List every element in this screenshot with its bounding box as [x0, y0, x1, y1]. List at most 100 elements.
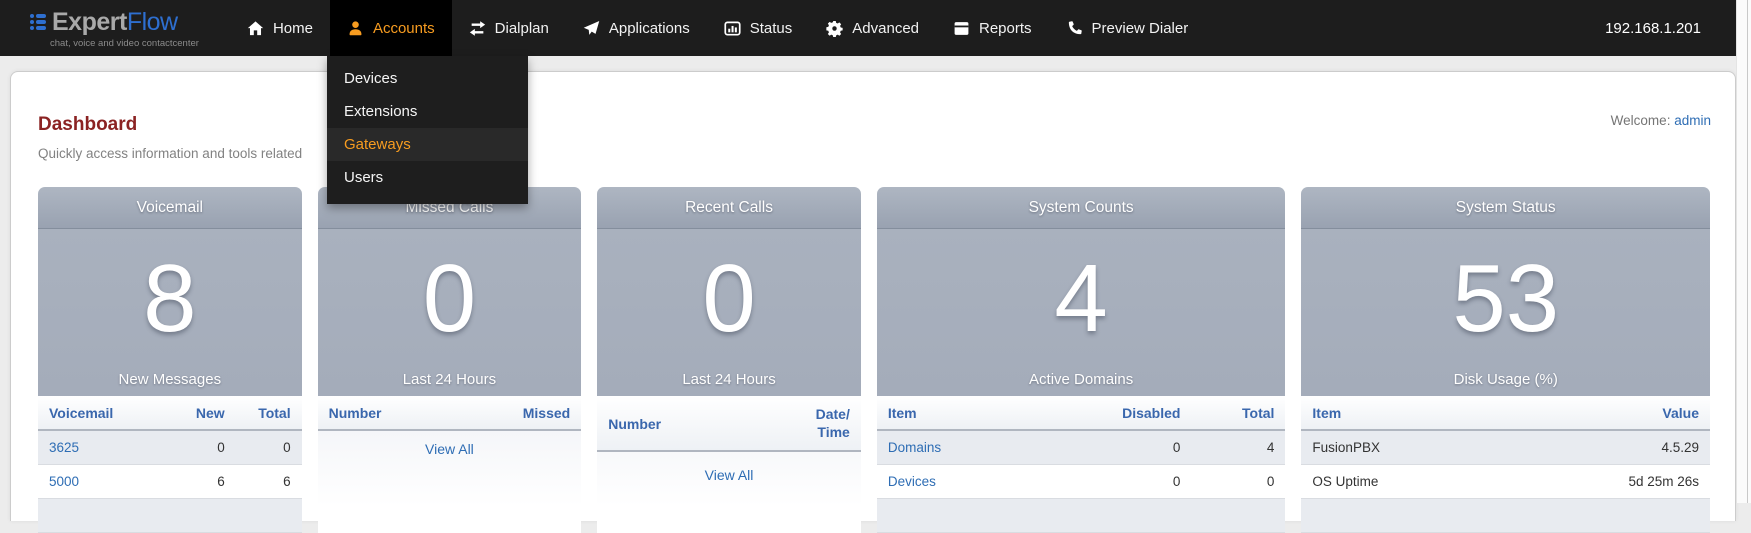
nav-item-label: Home — [273, 20, 313, 37]
table-row: 3625 0 0 — [38, 430, 302, 465]
nav-item-label: Applications — [609, 20, 690, 37]
card-title: System Counts — [877, 187, 1286, 229]
cell-value: 0 — [1191, 465, 1285, 499]
accounts-dropdown-menu: Devices Extensions Gateways Users — [327, 56, 528, 204]
domains-link[interactable]: Domains — [888, 440, 941, 455]
dashboard-cards: Voicemail 8 New Messages Voicemail New T… — [38, 187, 1710, 533]
table-row: 5000 6 6 — [38, 465, 302, 499]
home-icon — [247, 20, 264, 37]
welcome-message: Welcome: admin — [1611, 113, 1711, 128]
logo-flow-text: Flow — [127, 8, 178, 37]
nav-item-label: Status — [750, 20, 793, 37]
column-header: New — [170, 396, 236, 430]
nav-item-applications[interactable]: Applications — [566, 0, 707, 56]
logo-tagline: chat, voice and video contactcenter — [30, 38, 199, 49]
nav-item-accounts[interactable]: Accounts — [330, 0, 452, 56]
voicemail-box-link[interactable]: 5000 — [49, 474, 79, 489]
view-all-link[interactable]: View All — [705, 467, 754, 483]
top-navbar: Expert Flow chat, voice and video contac… — [0, 0, 1736, 56]
welcome-label: Welcome: — [1611, 113, 1671, 128]
view-all-link[interactable]: View All — [425, 441, 474, 457]
nav-item-advanced[interactable]: Advanced — [809, 0, 936, 56]
nav-item-label: Advanced — [852, 20, 919, 37]
card-hero: 0 Last 24 Hours — [318, 229, 582, 396]
nav-item-home[interactable]: Home — [230, 0, 330, 56]
menu-item-users[interactable]: Users — [327, 161, 528, 194]
nav-item-label: Preview Dialer — [1092, 20, 1189, 37]
nav-menu: Home Accounts Dialplan Applications Stat… — [230, 0, 1205, 56]
card-hero: 8 New Messages — [38, 229, 302, 396]
recent-calls-count: 0 — [597, 229, 861, 371]
card-title: Recent Calls — [597, 187, 861, 229]
table-row: Domains 0 4 — [877, 430, 1286, 465]
card-system-status: System Status 53 Disk Usage (%) Item Val… — [1301, 187, 1710, 533]
disk-usage-value: 53 — [1301, 229, 1710, 371]
nav-item-preview-dialer[interactable]: Preview Dialer — [1049, 0, 1206, 56]
cell-value: 0 — [236, 430, 302, 465]
user-icon — [347, 20, 364, 37]
devices-link[interactable]: Devices — [888, 474, 936, 489]
menu-item-extensions[interactable]: Extensions — [327, 95, 528, 128]
table-row-partial — [38, 499, 302, 533]
card-recent-calls: Recent Calls 0 Last 24 Hours Number Date… — [597, 187, 861, 533]
card-subtitle: Last 24 Hours — [318, 371, 582, 396]
nav-item-status[interactable]: Status — [707, 0, 810, 56]
cell-value: 6 — [236, 465, 302, 499]
nav-item-dialplan[interactable]: Dialplan — [452, 0, 566, 56]
logo-expert-text: Expert — [52, 8, 127, 37]
cell-value: OS Uptime — [1301, 465, 1505, 499]
main-content-panel: Dashboard Quickly access information and… — [10, 71, 1736, 521]
transfer-arrows-icon — [469, 20, 486, 37]
active-domains-count: 4 — [877, 229, 1286, 371]
cell-value: 0 — [1061, 465, 1192, 499]
expertflow-logo[interactable]: Expert Flow chat, voice and video contac… — [30, 8, 199, 49]
page-title: Dashboard — [38, 114, 302, 136]
column-header: Voicemail — [38, 396, 170, 430]
column-header: Value — [1506, 396, 1710, 430]
card-hero: 4 Active Domains — [877, 229, 1286, 396]
table-row: Devices 0 0 — [877, 465, 1286, 499]
missed-calls-count: 0 — [318, 229, 582, 371]
card-subtitle: Active Domains — [877, 371, 1286, 396]
vertical-scrollbar[interactable] — [1736, 0, 1751, 503]
cell-value: 0 — [1061, 430, 1192, 465]
server-ip: 192.168.1.201 — [1605, 20, 1701, 37]
missed-calls-table: Number Missed — [318, 396, 582, 431]
cell-value: 4 — [1191, 430, 1285, 465]
card-subtitle: Disk Usage (%) — [1301, 371, 1710, 396]
page-subtitle: Quickly access information and tools rel… — [38, 146, 302, 161]
column-header: Item — [877, 396, 1061, 430]
bar-chart-icon — [724, 20, 741, 37]
column-header: Date/ Time — [755, 396, 860, 451]
gear-icon — [826, 20, 843, 37]
card-subtitle: New Messages — [38, 371, 302, 396]
column-header: Item — [1301, 396, 1505, 430]
expertflow-dots-icon — [30, 14, 46, 30]
nav-item-label: Accounts — [373, 20, 435, 37]
column-header: Number — [318, 396, 463, 430]
system-status-table: Item Value FusionPBX 4.5.29 OS Uptime 5d… — [1301, 396, 1710, 533]
page-header: Dashboard Quickly access information and… — [38, 114, 302, 161]
voicemail-table: Voicemail New Total 3625 0 0 5000 — [38, 396, 302, 533]
voicemail-count: 8 — [38, 229, 302, 371]
card-title: System Status — [1301, 187, 1710, 229]
column-header: Missed — [463, 396, 582, 430]
system-counts-table: Item Disabled Total Domains 0 4 Devices — [877, 396, 1286, 533]
card-voicemail: Voicemail 8 New Messages Voicemail New T… — [38, 187, 302, 533]
cell-value: 5d 25m 26s — [1506, 465, 1710, 499]
cell-value: 6 — [170, 465, 236, 499]
menu-item-gateways[interactable]: Gateways — [327, 128, 528, 161]
table-row: OS Uptime 5d 25m 26s — [1301, 465, 1710, 499]
welcome-user-link[interactable]: admin — [1674, 113, 1711, 128]
voicemail-box-link[interactable]: 3625 — [49, 440, 79, 455]
card-missed-calls: Missed Calls 0 Last 24 Hours Number Miss… — [318, 187, 582, 533]
nav-item-reports[interactable]: Reports — [936, 0, 1049, 56]
table-row: FusionPBX 4.5.29 — [1301, 430, 1710, 465]
table-row-partial — [877, 499, 1286, 533]
menu-item-devices[interactable]: Devices — [327, 62, 528, 95]
paper-plane-icon — [583, 20, 600, 37]
nav-item-label: Dialplan — [495, 20, 549, 37]
nav-item-label: Reports — [979, 20, 1032, 37]
phone-icon — [1066, 20, 1083, 37]
column-header: Disabled — [1061, 396, 1192, 430]
